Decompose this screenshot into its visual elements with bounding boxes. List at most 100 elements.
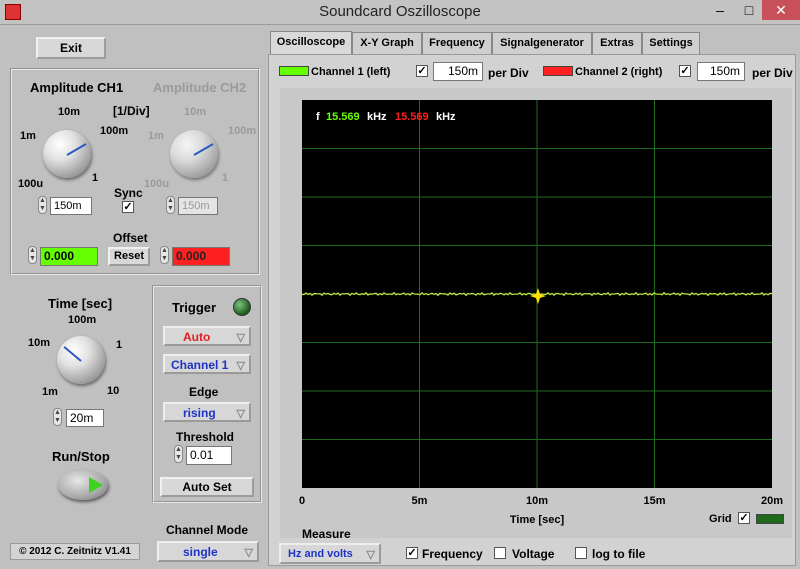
freq-ch2-value: 15.569 xyxy=(395,111,429,123)
voltage-check-label: Voltage xyxy=(512,547,555,561)
ch1-enable-checkbox[interactable]: ✓ xyxy=(416,65,428,77)
time-scale-1: 1 xyxy=(116,339,123,351)
tab-extras[interactable]: Extras xyxy=(592,32,642,54)
grid-checkbox[interactable]: ✓ xyxy=(738,512,750,524)
maximize-icon[interactable]: □ xyxy=(736,0,762,20)
window-title: Soundcard Oszilloscope xyxy=(319,3,481,20)
trigger-indicator-led xyxy=(233,298,251,316)
ch2-enable-checkbox[interactable]: ✓ xyxy=(679,65,691,77)
freq-ch2-unit: kHz xyxy=(436,111,456,123)
ch1-scale-100m: 100m xyxy=(100,125,129,137)
ch1-color-swatch xyxy=(279,66,309,76)
x-tick-label: 10m xyxy=(526,495,548,507)
ch1-scale-1: 1 xyxy=(92,172,99,184)
ch1-perdiv-label: per Div xyxy=(488,66,529,80)
trigger-mode-dropdown[interactable]: Auto ▽ xyxy=(163,326,251,346)
freq-f-label: f xyxy=(316,111,320,123)
sync-checkbox[interactable]: ✓ xyxy=(122,201,134,213)
ch2-perdiv-input[interactable]: 150m xyxy=(697,62,745,81)
trigger-mode-value: Auto xyxy=(183,330,211,344)
ch1-amp-spinner[interactable]: ▲ ▼ xyxy=(38,196,47,214)
threshold-input[interactable]: 0.01 xyxy=(186,446,232,465)
amp-ch1-title: Amplitude CH1 xyxy=(30,80,124,95)
chevron-down-icon: ▽ xyxy=(236,360,245,372)
channel-mode-dropdown[interactable]: single ▽ xyxy=(157,541,259,562)
x-tick-label: 0 xyxy=(299,495,305,507)
offset-label: Offset xyxy=(113,231,148,245)
offset-ch2-input[interactable]: 0.000 xyxy=(172,247,230,266)
channel-mode-label: Channel Mode xyxy=(166,523,249,537)
exit-button[interactable]: Exit xyxy=(36,37,106,59)
time-spinner[interactable]: ▲ ▼ xyxy=(53,408,62,426)
measure-value: Hz and volts xyxy=(288,548,353,560)
chevron-down-icon: ▽ xyxy=(236,408,245,420)
measure-label: Measure xyxy=(302,527,351,541)
ch1-perdiv-input[interactable]: 150m xyxy=(433,62,483,81)
amp-ch2-title: Amplitude CH2 xyxy=(153,80,247,95)
x-tick-label: 15m xyxy=(643,495,665,507)
offset-reset-button[interactable]: Reset xyxy=(108,247,150,266)
runstop-label: Run/Stop xyxy=(52,449,110,464)
minimize-icon[interactable]: – xyxy=(706,0,734,20)
freq-ch1-unit: kHz xyxy=(367,111,387,123)
ch2-scale-1: 1 xyxy=(222,172,229,184)
ch1-scale-100u: 100u xyxy=(18,178,44,190)
tab-xy-graph[interactable]: X-Y Graph xyxy=(352,32,422,54)
div-label: [1/Div] xyxy=(113,104,150,118)
grid-color-swatch[interactable] xyxy=(756,514,784,524)
log-check-label: log to file xyxy=(592,547,646,561)
edge-dropdown[interactable]: rising ▽ xyxy=(163,402,251,422)
autoset-button[interactable]: Auto Set xyxy=(160,477,254,497)
edge-label: Edge xyxy=(189,385,219,399)
time-scale-100m: 100m xyxy=(68,314,97,326)
ch2-scale-100u: 100u xyxy=(144,178,170,190)
trigger-channel-dropdown[interactable]: Channel 1 ▽ xyxy=(163,354,251,374)
x-tick-label: 5m xyxy=(412,495,428,507)
chevron-down-icon: ▽ xyxy=(236,332,245,344)
trigger-title: Trigger xyxy=(172,300,217,315)
time-title: Time [sec] xyxy=(48,296,113,311)
chevron-down-icon: ▽ xyxy=(366,549,375,561)
ch1-amp-input[interactable]: 150m xyxy=(50,197,92,215)
sync-label: Sync xyxy=(114,186,143,200)
ch2-scale-10m: 10m xyxy=(184,106,207,118)
close-icon[interactable]: ✕ xyxy=(762,0,800,20)
play-icon xyxy=(89,477,103,493)
offset-ch2-spinner[interactable]: ▲ ▼ xyxy=(160,246,169,264)
tab-frequency[interactable]: Frequency xyxy=(422,32,492,54)
ch2-scale-100m: 100m xyxy=(228,125,257,137)
frequency-check-label: Frequency xyxy=(422,547,483,561)
offset-ch1-spinner[interactable]: ▲ ▼ xyxy=(28,246,37,264)
ch2-amp-spinner[interactable]: ▲ ▼ xyxy=(166,196,175,214)
ch2-amp-input[interactable]: 150m xyxy=(178,197,218,215)
tab-signalgenerator[interactable]: Signalgenerator xyxy=(492,32,592,54)
voltage-checkbox[interactable] xyxy=(494,547,506,559)
scope-display: f 15.569 kHz 15.569 kHz 0 5m 10m 15m 20m Tim… xyxy=(280,88,792,538)
tab-settings[interactable]: Settings xyxy=(642,32,700,54)
threshold-spinner[interactable]: ▲ ▼ xyxy=(174,445,183,463)
time-input[interactable]: 20m xyxy=(66,409,104,427)
log-checkbox[interactable] xyxy=(575,547,587,559)
ch2-label: Channel 2 (right) xyxy=(575,66,663,78)
time-scale-10m: 10m xyxy=(28,337,51,349)
tab-oscilloscope[interactable]: Oscilloscope xyxy=(270,31,352,55)
channel-mode-value: single xyxy=(183,545,218,559)
ch2-color-swatch xyxy=(543,66,573,76)
ch1-label: Channel 1 (left) xyxy=(311,66,391,78)
ch2-scale-1m: 1m xyxy=(148,130,164,142)
frequency-checkbox[interactable]: ✓ xyxy=(406,547,418,559)
edge-value: rising xyxy=(183,406,216,420)
chevron-down-icon: ▽ xyxy=(244,547,253,559)
offset-ch1-input[interactable]: 0.000 xyxy=(40,247,98,266)
ch2-perdiv-label: per Div xyxy=(752,66,793,80)
ch1-scale-10m: 10m xyxy=(58,106,81,118)
x-tick-label: 20m xyxy=(761,495,783,507)
x-axis-label: Time [sec] xyxy=(510,514,565,526)
time-scale-10: 10 xyxy=(107,385,120,397)
grid-label: Grid xyxy=(709,513,732,525)
measure-dropdown[interactable]: Hz and volts ▽ xyxy=(279,543,381,564)
freq-ch1-value: 15.569 xyxy=(326,111,360,123)
threshold-label: Threshold xyxy=(176,430,235,444)
ch1-scale-1m: 1m xyxy=(20,130,36,142)
time-scale-1m: 1m xyxy=(42,386,58,398)
